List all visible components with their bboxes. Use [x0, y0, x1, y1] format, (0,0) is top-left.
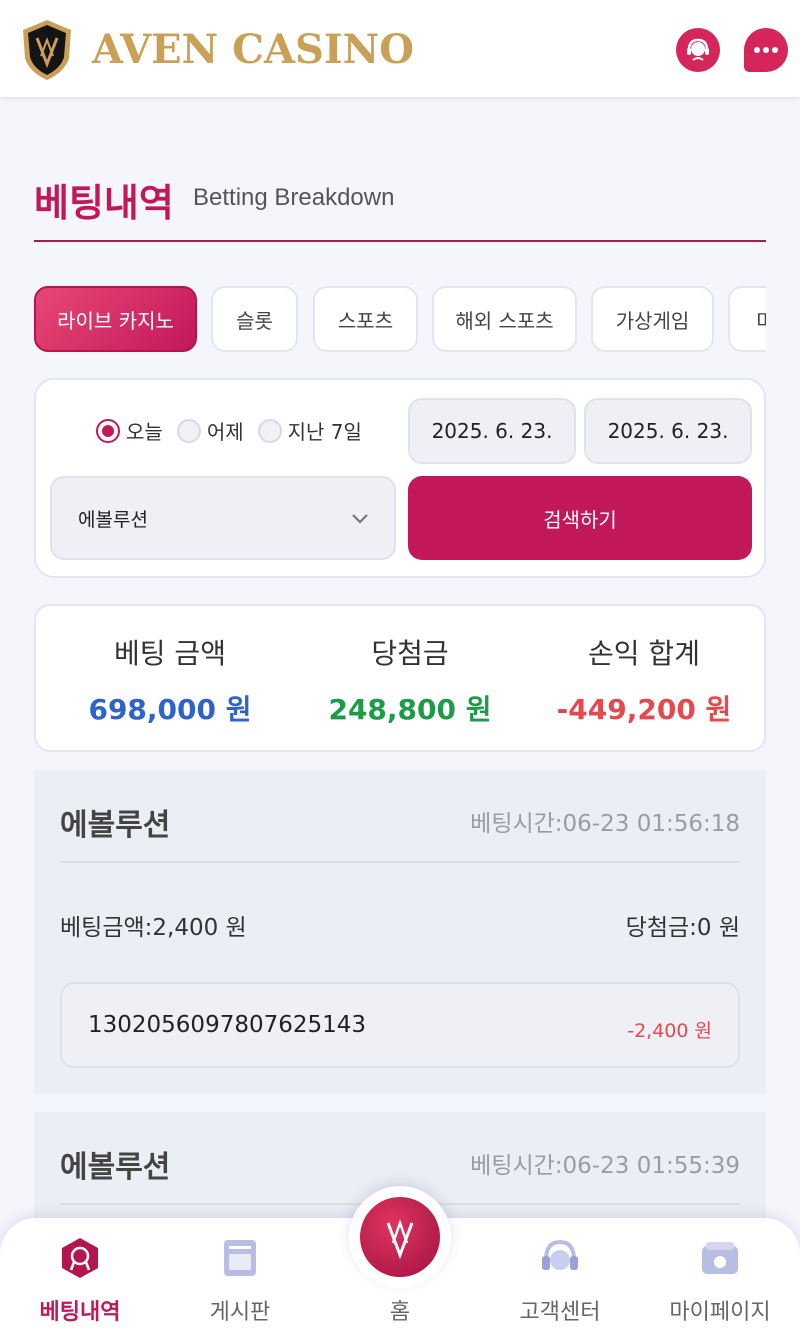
radio-label: 어제 [206, 420, 244, 444]
page-title: 베팅내역 [34, 181, 174, 225]
wallet-icon [702, 1242, 738, 1274]
date-to-input[interactable]: 2025. 6. 23. [584, 398, 752, 464]
radio-today[interactable]: 오늘 [96, 416, 163, 445]
record-bet-time: 베팅시간:06-23 01:56:18 [470, 811, 740, 837]
profit-value: -449,200 원 [556, 693, 732, 726]
bet-amount-label: 베팅 금액 [114, 637, 226, 670]
chevron-down-icon [352, 514, 368, 524]
nav-label: 고객센터 [519, 1300, 601, 1325]
record-detail-row[interactable]: 1302056097807625143 -2,400 원 [60, 982, 740, 1068]
nav-label: 마이페이지 [669, 1300, 771, 1325]
chat-bubble-icon [754, 47, 778, 53]
aven-shield-logo-icon[interactable] [20, 18, 74, 82]
support-agent-icon [687, 38, 709, 61]
win-amount-summary: 당첨금 248,800 원 [290, 632, 530, 728]
radio-dot [257, 418, 282, 443]
record-bet-time: 베팅시간:06-23 01:55:39 [470, 1153, 740, 1179]
board-clipboard-icon [224, 1240, 256, 1276]
record-transaction-id: 1302056097807625143 [88, 1012, 367, 1038]
date-from-input[interactable]: 2025. 6. 23. [408, 398, 576, 464]
search-button[interactable]: 검색하기 [408, 476, 752, 560]
radio-last-7-days[interactable]: 지난 7일 [257, 416, 362, 445]
home-logo-icon [360, 1197, 440, 1277]
nav-betting-history[interactable]: 베팅내역 [0, 1218, 160, 1342]
win-amount-label: 당첨금 [371, 637, 449, 670]
record-win-amount: 당첨금:0 원 [625, 915, 740, 941]
headset-icon [542, 1239, 578, 1270]
tab-virtual-games[interactable]: 가상게임 [591, 286, 714, 352]
record-game-name: 에볼루션 [60, 1150, 171, 1185]
nav-mypage[interactable]: 마이페이지 [640, 1218, 800, 1342]
bet-amount-summary: 베팅 금액 698,000 원 [50, 632, 290, 728]
record-divider [60, 861, 740, 863]
nav-home-label[interactable]: 홈 [349, 1294, 451, 1326]
tab-live-casino[interactable]: 라이브 카지노 [34, 286, 197, 352]
page-subtitle: Betting Breakdown [193, 184, 395, 211]
chat-button[interactable] [744, 28, 788, 72]
tab-overseas-sports[interactable]: 해외 스포츠 [432, 286, 577, 352]
filter-panel: 오늘 어제 지난 7일 2025. 6. 23. 2025. 6. 23. 에볼… [34, 378, 766, 578]
game-provider-select[interactable]: 에볼루션 [50, 476, 396, 560]
radio-dot [96, 418, 120, 443]
nav-label: 베팅내역 [39, 1300, 121, 1325]
nav-label: 게시판 [209, 1300, 271, 1325]
betting-badge-icon [62, 1238, 98, 1278]
aven-emblem-icon [386, 1219, 414, 1260]
profit-summary: 손익 합계 -449,200 원 [524, 632, 764, 728]
tab-slot[interactable]: 슬롯 [211, 286, 298, 352]
app-header: AVEN CASINO [0, 0, 800, 98]
betting-summary: 베팅 금액 698,000 원 당첨금 248,800 원 손익 합계 -449… [34, 604, 766, 752]
select-value: 에볼루션 [78, 508, 148, 531]
title-divider [34, 240, 766, 242]
radio-dot [176, 418, 201, 443]
nav-home-button[interactable] [349, 1186, 451, 1288]
record-result-amount: -2,400 원 [627, 1020, 712, 1042]
bet-record: 에볼루션 베팅시간:06-23 01:56:18 베팅금액:2,400 원 당첨… [34, 770, 766, 1094]
radio-label: 오늘 [126, 420, 163, 444]
nav-support[interactable]: 고객센터 [480, 1218, 640, 1342]
nav-board[interactable]: 게시판 [160, 1218, 320, 1342]
tab-more[interactable]: 미 [728, 286, 766, 352]
profit-label: 손익 합계 [588, 637, 700, 670]
brand-name[interactable]: AVEN CASINO [92, 26, 414, 73]
category-tabs: 라이브 카지노 슬롯 스포츠 해외 스포츠 가상게임 미 [34, 286, 766, 352]
radio-yesterday[interactable]: 어제 [176, 416, 244, 445]
bet-amount-value: 698,000 원 [88, 693, 252, 726]
tab-sports[interactable]: 스포츠 [313, 286, 418, 352]
record-bet-amount: 베팅금액:2,400 원 [60, 915, 247, 941]
radio-label: 지난 7일 [287, 420, 362, 444]
support-button[interactable] [676, 28, 720, 72]
period-radio-group: 오늘 어제 지난 7일 [96, 416, 376, 445]
win-amount-value: 248,800 원 [328, 693, 492, 726]
record-game-name: 에볼루션 [60, 808, 171, 843]
